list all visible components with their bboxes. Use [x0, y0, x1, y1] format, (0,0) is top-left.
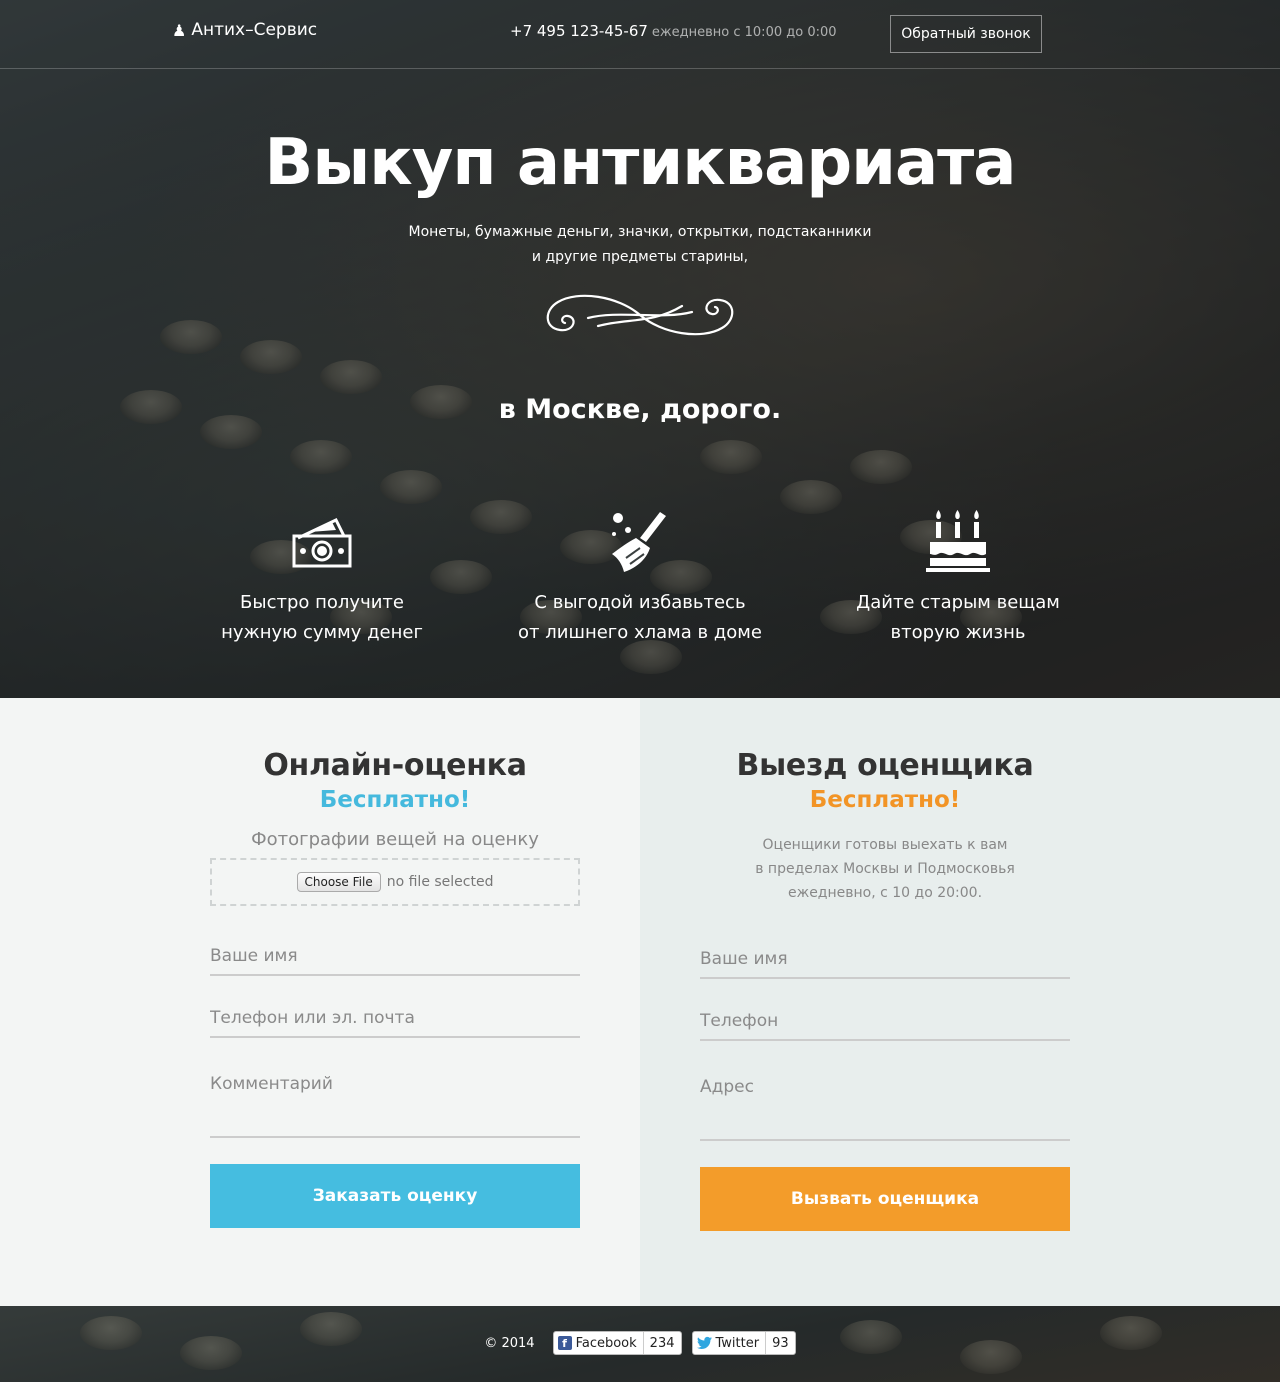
contact-input[interactable]	[210, 1008, 580, 1038]
appraiser-visit-title: Выезд оценщика	[736, 748, 1034, 783]
flourish-ornament	[546, 294, 734, 336]
facebook-label: Facebook	[575, 1335, 637, 1351]
page-title: Выкуп антиквариата	[264, 126, 1017, 200]
file-status: no file selected	[386, 874, 494, 890]
phone-number: +7 495 123-45-67	[510, 22, 648, 40]
twitter-tweet-button[interactable]: Twitter 93	[691, 1331, 796, 1355]
order-evaluation-button[interactable]: Заказать оценку	[210, 1164, 580, 1228]
hero-subtitle-line-2: и другие предметы старины,	[531, 249, 749, 265]
working-hours: ежедневно с 10:00 до 0:00	[651, 25, 837, 40]
feature-money-line-2: нужную сумму денег	[221, 622, 423, 643]
twitter-icon	[696, 1336, 712, 1349]
feature-cake: Дайте старым вещам вторую жизнь	[808, 508, 1108, 648]
money-icon	[292, 518, 352, 568]
choose-file-button[interactable]: Choose File	[296, 872, 381, 892]
name-input[interactable]	[210, 946, 580, 976]
feature-cake-line-1: Дайте старым вещам	[856, 592, 1060, 613]
visit-note-line-1: Оценщики готовы выехать к вам	[762, 837, 1008, 853]
visit-note-line-2: в пределах Москвы и Подмосковья	[755, 861, 1015, 877]
online-evaluation-title: Онлайн-оценка	[263, 748, 527, 783]
broom-icon	[612, 512, 666, 572]
twitter-count: 93	[765, 1332, 795, 1354]
appraiser-visit-form: Выезд оценщика Бесплатно! Оценщики готов…	[700, 698, 1070, 1231]
callback-button[interactable]: Обратный звонок	[890, 15, 1042, 53]
logo[interactable]: ♟ Антих–Сервис	[172, 20, 317, 40]
online-evaluation-form: Онлайн-оценка Бесплатно! Фотографии веще…	[210, 698, 580, 1228]
forms-section: Онлайн-оценка Бесплатно! Фотографии веще…	[0, 698, 1280, 1306]
feature-broom: С выгодой избавьтесь от лишнего хлама в …	[490, 508, 790, 648]
twitter-label: Twitter	[715, 1335, 760, 1351]
comment-textarea[interactable]	[210, 1070, 580, 1138]
facebook-icon: f	[557, 1336, 572, 1350]
feature-broom-line-2: от лишнего хлама в доме	[518, 622, 762, 643]
hero-city-line: в Москве, дорого.	[498, 394, 782, 425]
phone-input[interactable]	[700, 1011, 1070, 1041]
hero-subtitle-line-1: Монеты, бумажные деньги, значки, открытк…	[408, 224, 872, 240]
photos-label: Фотографии вещей на оценку	[251, 829, 539, 850]
file-upload-dropzone[interactable]: Choose File no file selected	[210, 858, 580, 906]
footer: © 2014 f Facebook 234 Twitter 93	[0, 1306, 1280, 1382]
facebook-like-button[interactable]: f Facebook 234	[552, 1331, 682, 1355]
hero-subtitle: Монеты, бумажные деньги, значки, открытк…	[0, 220, 1280, 270]
online-evaluation-panel: Онлайн-оценка Бесплатно! Фотографии веще…	[0, 698, 640, 1306]
feature-broom-line-1: С выгодой избавьтесь	[534, 592, 746, 613]
facebook-count: 234	[642, 1332, 681, 1354]
call-appraiser-button[interactable]: Вызвать оценщика	[700, 1167, 1070, 1231]
visit-note-line-3: ежедневно, с 10 до 20:00.	[787, 885, 983, 901]
address-textarea[interactable]	[700, 1073, 1070, 1141]
feature-money: Быстро получите нужную сумму денег	[172, 508, 472, 648]
feature-money-line-1: Быстро получите	[240, 592, 404, 613]
appraiser-visit-panel: Выезд оценщика Бесплатно! Оценщики готов…	[640, 698, 1280, 1306]
chess-pawn-icon: ♟	[172, 20, 187, 40]
logo-text: Антих–Сервис	[191, 20, 318, 40]
phone-info: +7 495 123-45-67 ежедневно с 10:00 до 0:0…	[510, 22, 837, 40]
visit-note: Оценщики готовы выехать к вам в пределах…	[700, 833, 1070, 905]
feature-cake-line-2: вторую жизнь	[890, 622, 1026, 643]
copyright: © 2014	[484, 1335, 535, 1351]
hero-section: ♟ Антих–Сервис +7 495 123-45-67 ежедневно…	[0, 0, 1280, 698]
free-badge: Бесплатно!	[319, 787, 471, 813]
free-badge: Бесплатно!	[809, 787, 961, 813]
birthday-cake-icon	[926, 510, 990, 572]
top-bar: ♟ Антих–Сервис +7 495 123-45-67 ежедневно…	[0, 0, 1280, 69]
name-input[interactable]	[700, 949, 1070, 979]
